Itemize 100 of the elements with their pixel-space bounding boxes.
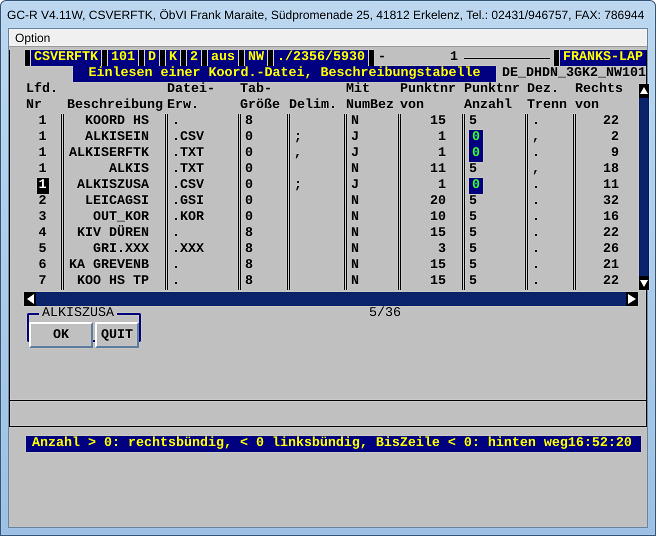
separator-bar	[554, 50, 560, 66]
table-cell: 5	[469, 226, 477, 242]
page-counter: 5/36	[369, 306, 401, 322]
table-cell: 5	[469, 258, 477, 274]
table-cell: N	[351, 258, 359, 274]
table-cell: 21	[603, 258, 619, 274]
table-cell: KA GREVENB	[69, 258, 149, 274]
column-header: Rechts	[575, 82, 623, 97]
column-header: von	[575, 98, 599, 113]
table-cell: 22	[603, 114, 619, 130]
table-cell: LEICAGSI	[85, 194, 149, 210]
table-cell: .	[532, 114, 540, 130]
table-cell: ,	[294, 146, 302, 162]
table-cell: .TXT	[172, 162, 204, 178]
column-header: Lfd.	[26, 82, 58, 97]
vertical-scrollbar[interactable]	[639, 84, 649, 290]
table-cell: KIV DÜREN	[77, 226, 149, 242]
table-cell: .	[172, 226, 180, 242]
column-header: von	[400, 98, 424, 113]
column-header: Punktnr	[400, 82, 456, 97]
table-cell: 3	[438, 242, 446, 258]
table-cell: 15	[430, 258, 446, 274]
table-cell: 9	[611, 146, 619, 162]
table-cell: 5	[469, 194, 477, 210]
table-cell: ;	[294, 178, 302, 194]
table-cell[interactable]: 6	[38, 258, 46, 274]
table-cell: 8	[245, 114, 253, 130]
dialog-button[interactable]: OK	[29, 322, 93, 348]
table-cell: J	[351, 130, 359, 146]
status-field: 2	[187, 50, 201, 66]
window-title: GC-R V4.11W, CSVERFTK, ÖbVI Frank Maraite, Südpromenade 25, 41812 Erkelenz, Tel.: 02431/946757, FAX: 786944	[7, 8, 644, 22]
table-cell[interactable]: 5	[38, 242, 46, 258]
horizontal-scrollbar[interactable]	[24, 292, 638, 306]
table-cell[interactable]: 4	[38, 226, 46, 242]
table-cell[interactable]: 1	[38, 114, 46, 130]
separator-bar	[160, 50, 165, 66]
table-cell: .TXT	[172, 146, 204, 162]
column-header: Größe	[240, 98, 280, 113]
table-cell: .XXX	[172, 242, 204, 258]
column-header: Mit	[346, 82, 370, 97]
table-cell: .	[172, 258, 180, 274]
table-cell: ;	[294, 130, 302, 146]
table-cell: KOORD HS	[85, 114, 149, 130]
menu-item[interactable]: Option	[9, 30, 56, 44]
status-field: K	[166, 50, 180, 66]
table-cell: 8	[245, 242, 253, 258]
table-cell[interactable]: 7	[38, 274, 46, 290]
table-cell: 8	[245, 258, 253, 274]
table-cell: 0	[469, 130, 483, 146]
separator-bar	[139, 50, 144, 66]
table-cell: .	[532, 178, 540, 194]
table-cell: .	[532, 146, 540, 162]
table-cell[interactable]: 1	[38, 130, 46, 146]
table-cell: 0	[245, 194, 253, 210]
table-cell: 16	[603, 210, 619, 226]
table-cell: N	[351, 194, 359, 210]
table-cell: 1	[438, 178, 446, 194]
table-cell: 11	[430, 162, 446, 178]
file-name: DE_DHDN_3GK2_NW101	[501, 66, 646, 82]
table-cell: N	[351, 114, 359, 130]
table-cell: .CSV	[172, 130, 204, 146]
table-cell: ,	[532, 162, 540, 178]
table-cell[interactable]: 3	[38, 210, 46, 226]
column-header: Erw.	[167, 98, 199, 113]
status-field: aus	[208, 50, 238, 66]
table-cell: 5	[469, 210, 477, 226]
table-cell: 5	[469, 242, 477, 258]
table-cell: ALKISERFTK	[69, 146, 149, 162]
dialog-button[interactable]: QUIT	[95, 322, 139, 348]
column-header: Dez.	[527, 82, 559, 97]
table-cell: 0	[245, 162, 253, 178]
table-cell[interactable]: 1	[36, 178, 48, 194]
table-cell: 15	[430, 226, 446, 242]
table-cell: ALKIS	[109, 162, 149, 178]
table-cell-text: OUT_KOR	[93, 210, 149, 225]
table-cell: N	[351, 226, 359, 242]
table-cell: .	[532, 210, 540, 226]
right-arrow-icon[interactable]	[626, 292, 638, 306]
left-arrow-icon[interactable]	[24, 292, 36, 306]
clock-time: 16:52:20	[568, 436, 632, 451]
status-field: ./2356/5930	[274, 50, 368, 66]
table-cell: 22	[603, 226, 619, 242]
table-cell: 22	[603, 274, 619, 290]
status-field: NW	[245, 50, 267, 66]
separator-bar	[181, 50, 186, 66]
table-cell[interactable]: 1	[38, 146, 46, 162]
table-cell: .	[172, 114, 180, 130]
table-cell: N	[351, 162, 359, 178]
table-cell: KOO HS TP	[77, 274, 149, 290]
table-cell: ,	[532, 130, 540, 146]
status-field: D	[145, 50, 159, 66]
table-cell: N	[351, 274, 359, 290]
table-cell: 0	[469, 146, 483, 162]
separator-bar	[202, 50, 207, 66]
table-cell[interactable]: 2	[38, 194, 46, 210]
separator-bar	[268, 50, 273, 66]
table-cell: .	[532, 274, 540, 290]
table-cell: 11	[603, 178, 619, 194]
table-cell: 8	[245, 226, 253, 242]
table-cell[interactable]: 1	[38, 162, 46, 178]
